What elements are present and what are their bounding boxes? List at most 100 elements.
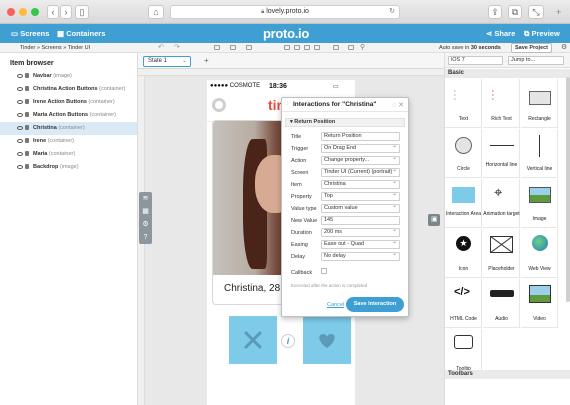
zoom-icon[interactable]: ⚲ xyxy=(360,43,365,51)
preview-button[interactable]: ⧉ Preview xyxy=(524,29,560,39)
settings-gear-icon[interactable]: ⚙ xyxy=(561,43,567,51)
copy-icon[interactable] xyxy=(284,45,290,50)
save-interaction-button[interactable]: Save Interaction xyxy=(346,297,404,312)
new-value-input[interactable]: 145 xyxy=(321,216,400,225)
visibility-eye-icon[interactable] xyxy=(17,100,23,104)
jump-to-select[interactable]: Jump to... xyxy=(508,56,564,65)
component-rectangle[interactable]: Rectangle xyxy=(521,79,558,128)
easing-select[interactable]: Ease out - Quad xyxy=(321,239,400,249)
toolbars-header[interactable]: Toolbars xyxy=(445,370,570,379)
lock-icon[interactable] xyxy=(25,112,29,117)
undo-icon[interactable]: ↶ xyxy=(158,43,164,51)
device-select[interactable]: iOS 7 xyxy=(448,56,503,65)
share-button[interactable]: ⋖ Share xyxy=(486,29,515,38)
duplicate-icon[interactable] xyxy=(304,45,310,50)
item-select[interactable]: Christina xyxy=(321,179,400,189)
back-button[interactable]: ‹ xyxy=(47,5,59,19)
component-circle[interactable]: Circle xyxy=(445,129,482,178)
item-row[interactable]: Maria Action Buttons (container) xyxy=(0,109,137,122)
minimize-window-button[interactable] xyxy=(19,8,27,16)
duration-select[interactable]: 200 ms xyxy=(321,227,400,237)
tabs-icon[interactable]: ⧉ xyxy=(508,5,522,19)
breadcrumb[interactable]: Tinder » Screens » Tinder UI xyxy=(20,45,90,51)
distribute-icon[interactable] xyxy=(333,45,339,50)
visibility-eye-icon[interactable] xyxy=(17,139,23,143)
delay-select[interactable]: No delay xyxy=(321,251,400,261)
send-backward-icon[interactable] xyxy=(246,45,252,50)
item-row-selected[interactable]: Christina (container) xyxy=(0,122,137,135)
dislike-button[interactable] xyxy=(229,316,277,364)
visibility-eye-icon[interactable] xyxy=(17,152,23,156)
component-video[interactable]: Video xyxy=(521,279,558,328)
close-window-button[interactable] xyxy=(7,8,15,16)
component-animation-target[interactable]: ⌖ Animation target xyxy=(483,179,520,228)
section-header[interactable]: ▾ Return Position xyxy=(285,118,405,127)
layers-icon[interactable]: ≋ xyxy=(139,192,152,205)
component-interaction-area[interactable]: Interaction Area xyxy=(445,179,482,228)
fullscreen-icon[interactable]: ⤡ xyxy=(528,5,544,19)
lock-icon[interactable] xyxy=(25,164,29,169)
component-audio[interactable]: Audio xyxy=(483,279,520,328)
redo-icon[interactable]: ↷ xyxy=(174,43,180,51)
property-select[interactable]: Top xyxy=(321,191,400,201)
item-row[interactable]: Irene (container) xyxy=(0,135,137,148)
component-rich-text[interactable]: ≡ ≡ ≡ Rich Text xyxy=(483,79,520,128)
collapse-panel-button[interactable]: ▣ xyxy=(428,214,440,226)
save-project-button[interactable]: Save Project xyxy=(511,43,553,53)
cancel-button[interactable]: Cancel xyxy=(327,302,344,308)
component-web-view[interactable]: Web View xyxy=(521,229,558,278)
maximize-window-button[interactable] xyxy=(31,8,39,16)
component-icon[interactable]: ★ Icon xyxy=(445,229,482,278)
info-button[interactable]: i xyxy=(281,334,295,348)
component-html-code[interactable]: </> HTML Code xyxy=(445,279,482,328)
visibility-eye-icon[interactable] xyxy=(17,113,23,117)
action-select[interactable]: Change property... xyxy=(321,155,400,165)
screens-tab[interactable]: ▭ Screens xyxy=(11,29,49,38)
new-tab-icon[interactable]: + xyxy=(556,7,561,17)
lock-icon[interactable] xyxy=(25,99,29,104)
item-row[interactable]: Backdrop (image) xyxy=(0,161,137,174)
bring-forward-icon[interactable] xyxy=(230,45,236,50)
add-state-button[interactable]: + xyxy=(204,56,209,65)
visibility-eye-icon[interactable] xyxy=(17,126,23,130)
like-button[interactable] xyxy=(303,316,351,364)
lock-icon[interactable] xyxy=(25,151,29,156)
grid-icon[interactable] xyxy=(348,45,354,50)
callback-checkbox[interactable] xyxy=(321,268,327,274)
value-type-select[interactable]: Custom value xyxy=(321,203,400,213)
visibility-eye-icon[interactable] xyxy=(17,165,23,169)
visibility-eye-icon[interactable] xyxy=(17,74,23,78)
item-row[interactable]: Maria (container) xyxy=(0,148,137,161)
component-vertical-line[interactable]: Vertical line xyxy=(521,129,558,178)
reload-icon[interactable]: ↻ xyxy=(389,6,395,18)
settings-icon[interactable]: ⚙ xyxy=(139,218,152,231)
component-text[interactable]: ≡ ≡ ≡ Text xyxy=(445,79,482,128)
basic-header[interactable]: Basic xyxy=(445,69,570,78)
sidebar-toggle-icon[interactable]: ▯ xyxy=(75,5,89,19)
component-horizontal-line[interactable]: Horizontal line xyxy=(483,129,520,178)
visibility-eye-icon[interactable] xyxy=(17,87,23,91)
drag-handle-icon[interactable]: ⋮ xyxy=(285,101,291,107)
lock-icon[interactable] xyxy=(25,125,29,130)
lock-icon[interactable] xyxy=(25,138,29,143)
paste-icon[interactable] xyxy=(294,45,300,50)
align-icon[interactable] xyxy=(314,45,320,50)
forward-button[interactable]: › xyxy=(60,5,72,19)
canvas-side-tools[interactable]: ≋ ▦ ⚙ ? xyxy=(139,192,152,244)
component-placeholder[interactable]: Placeholder xyxy=(483,229,520,278)
help-icon[interactable]: ? xyxy=(139,231,152,244)
group-icon[interactable] xyxy=(214,45,220,50)
item-row[interactable]: Christina Action Buttons (container) xyxy=(0,83,137,96)
screen-select[interactable]: Tinder UI (Current) (portrait) xyxy=(321,167,400,177)
component-image[interactable]: Image xyxy=(521,179,558,228)
containers-tab[interactable]: ▦ Containers xyxy=(57,29,105,38)
lock-icon[interactable] xyxy=(25,73,29,78)
panel-scrollbar[interactable] xyxy=(566,77,570,302)
gear-icon[interactable] xyxy=(212,98,226,112)
chat-icon[interactable]: ◌ xyxy=(392,102,396,109)
share-icon[interactable]: ⇪ xyxy=(488,5,502,19)
grid-view-icon[interactable]: ▦ xyxy=(139,205,152,218)
trigger-select[interactable]: On Drag End xyxy=(321,143,400,153)
item-row[interactable]: Navbar (image) xyxy=(0,70,137,83)
home-icon[interactable]: ⌂ xyxy=(148,5,164,19)
